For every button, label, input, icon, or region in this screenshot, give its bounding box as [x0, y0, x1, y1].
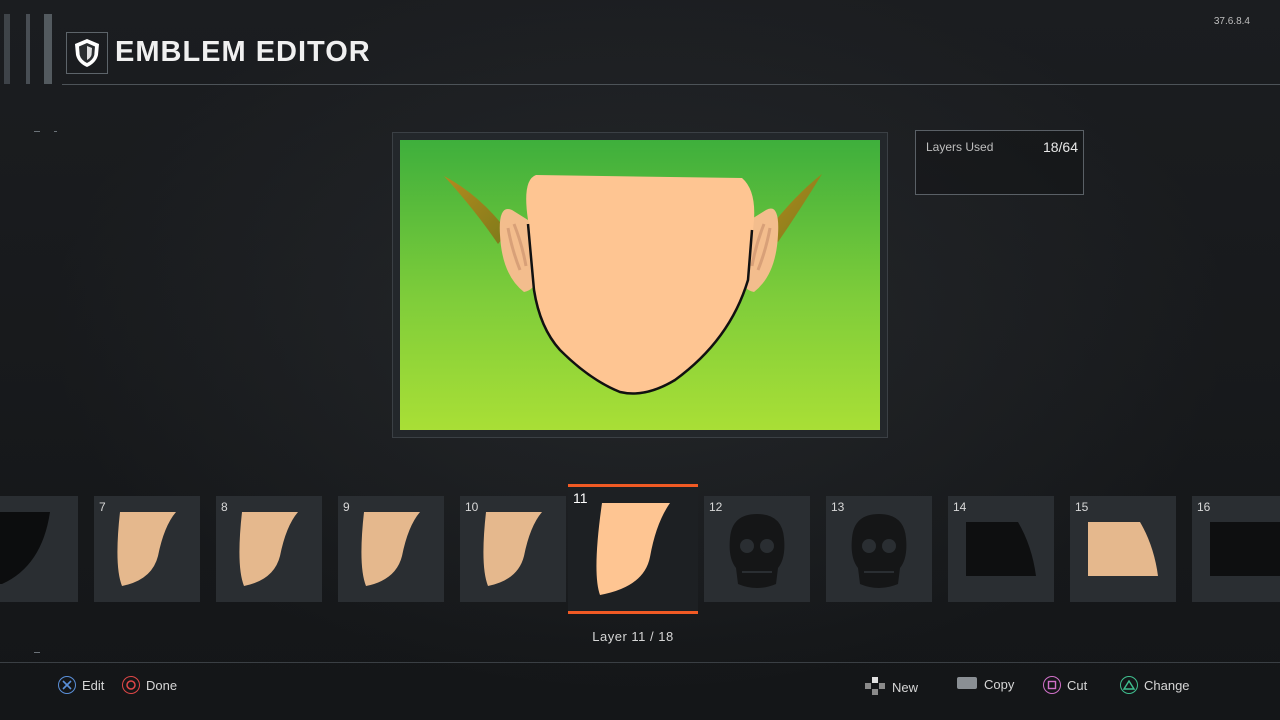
new-label: New: [892, 680, 919, 695]
version-label: 37.6.8.4: [1213, 16, 1250, 27]
skull-icon: [851, 514, 907, 588]
layer-thumb[interactable]: 8: [216, 496, 322, 602]
emblem-artwork: [444, 174, 822, 395]
change-control[interactable]: Change: [1120, 676, 1190, 694]
layer-thumb[interactable]: 16: [1192, 496, 1280, 602]
layer-thumb[interactable]: 15: [1070, 496, 1176, 602]
new-control[interactable]: New: [864, 676, 918, 699]
layer-thumb[interactable]: 10: [460, 496, 566, 602]
emblem-canvas[interactable]: [400, 140, 880, 430]
shield-icon: [66, 32, 108, 74]
layer-thumb[interactable]: 13: [826, 496, 932, 602]
change-label: Change: [1144, 677, 1190, 693]
cut-label: Cut: [1067, 677, 1088, 693]
layers-used-panel: Layers Used 18/64: [915, 130, 1084, 195]
layer-thumb[interactable]: 9: [338, 496, 444, 602]
layer-thumb-selected[interactable]: 11: [568, 484, 698, 614]
done-control[interactable]: Done: [122, 676, 177, 694]
layer-thumb[interactable]: [0, 496, 78, 602]
page-title: EMBLEM EDITOR: [115, 36, 371, 68]
frame-tick: [34, 652, 40, 653]
copy-label: Copy: [984, 677, 1015, 692]
edit-label: Edit: [82, 677, 105, 693]
frame-tick: [54, 131, 57, 132]
layer-thumb[interactable]: 12: [704, 496, 810, 602]
triangle-button-icon: [1120, 676, 1138, 694]
square-button-icon: [1043, 676, 1061, 694]
frame-tick: [34, 131, 40, 132]
cross-button-icon: [58, 676, 76, 694]
circle-button-icon: [122, 676, 140, 694]
touchpad-icon: [956, 676, 978, 693]
layer-thumb[interactable]: 7: [94, 496, 200, 602]
layers-used-label: Layers Used: [926, 140, 994, 154]
cut-control[interactable]: Cut: [1043, 676, 1087, 694]
layers-used-value: 18/64: [1042, 139, 1078, 155]
dpad-icon: [864, 676, 886, 699]
head-shape: [526, 175, 755, 394]
skull-icon: [729, 514, 785, 588]
edit-control[interactable]: Edit: [58, 676, 104, 694]
side-decoration: [0, 14, 62, 86]
layer-position-caption: Layer 11 / 18: [592, 629, 674, 644]
done-label: Done: [146, 677, 178, 693]
layer-thumb[interactable]: 14: [948, 496, 1054, 602]
footer-divider: [0, 662, 1280, 663]
copy-control[interactable]: Copy: [956, 676, 1014, 693]
layer-strip: 7 8 9 10 11 12 13 14 15 16: [0, 484, 1280, 616]
header-divider: [62, 84, 1280, 85]
left-horn: [444, 176, 508, 244]
